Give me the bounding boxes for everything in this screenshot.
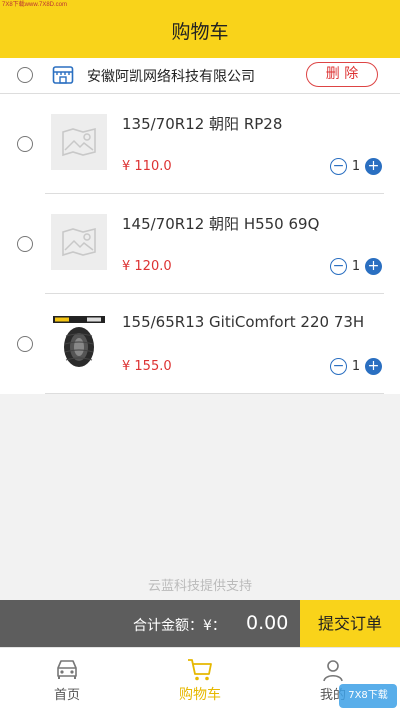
- quantity-value: 1: [351, 258, 361, 274]
- quantity-value: 1: [351, 158, 361, 174]
- delete-button[interactable]: 删 除: [306, 62, 378, 87]
- quantity-value: 1: [351, 358, 361, 374]
- quantity-stepper: − 1 +: [330, 357, 382, 375]
- tab-label: 购物车: [179, 687, 221, 703]
- item-name[interactable]: 145/70R12 朝阳 H550 69Q: [122, 213, 319, 234]
- item-select-radio[interactable]: [17, 136, 33, 152]
- quantity-stepper: − 1 +: [330, 257, 382, 275]
- placeholder-image-icon[interactable]: [51, 114, 107, 170]
- cart-item-list: 135/70R12 朝阳 RP28 ¥ 110.0 − 1 + 145/70R1…: [0, 94, 400, 394]
- minus-button[interactable]: −: [330, 257, 347, 275]
- item-select-radio[interactable]: [17, 236, 33, 252]
- tab-cart[interactable]: 购物车: [145, 648, 255, 712]
- tab-home[interactable]: 首页: [12, 648, 122, 712]
- total-label: 合计金额：¥：: [133, 618, 226, 634]
- item-price: ¥ 120.0: [122, 259, 172, 274]
- checkout-bar: 合计金额：¥： 0.00 提交订单: [0, 600, 400, 647]
- item-name[interactable]: 135/70R12 朝阳 RP28: [122, 113, 282, 134]
- minus-button[interactable]: −: [330, 157, 347, 175]
- store-name: 安徽阿凯网络科技有限公司: [87, 69, 255, 85]
- total-value: 0.00: [246, 612, 289, 634]
- user-icon: [323, 660, 343, 682]
- item-select-radio[interactable]: [17, 336, 33, 352]
- cart-item: 145/70R12 朝阳 H550 69Q ¥ 120.0 − 1 +: [0, 194, 400, 294]
- divider: [45, 393, 384, 394]
- store-select-radio[interactable]: [17, 67, 33, 83]
- item-price: ¥ 155.0: [122, 359, 172, 374]
- watermark-badge: 7X8下载: [339, 684, 397, 708]
- store-row: 安徽阿凯网络科技有限公司 删 除: [0, 58, 400, 94]
- watermark-text: 7X8下载www.7X8D.com: [2, 2, 68, 8]
- plus-button[interactable]: +: [365, 257, 382, 275]
- store-icon: [52, 66, 74, 84]
- submit-order-button[interactable]: 提交订单: [300, 600, 400, 647]
- plus-button[interactable]: +: [365, 157, 382, 175]
- tab-label: 首页: [53, 688, 80, 703]
- cart-icon: [188, 659, 212, 681]
- placeholder-image-icon[interactable]: [51, 214, 107, 270]
- car-icon: [57, 660, 77, 679]
- tire-product-image[interactable]: [51, 314, 107, 370]
- item-name[interactable]: 155/65R13 GitiComfort 220 73H: [122, 313, 364, 331]
- plus-button[interactable]: +: [365, 357, 382, 375]
- page-title: 购物车: [171, 20, 229, 43]
- quantity-stepper: − 1 +: [330, 157, 382, 175]
- cart-item: 155/65R13 GitiComfort 220 73H ¥ 155.0 − …: [0, 294, 400, 394]
- cart-item: 135/70R12 朝阳 RP28 ¥ 110.0 − 1 +: [0, 94, 400, 194]
- support-text: 云蓝科技提供支持: [147, 579, 252, 594]
- minus-button[interactable]: −: [330, 357, 347, 375]
- item-price: ¥ 110.0: [122, 159, 172, 174]
